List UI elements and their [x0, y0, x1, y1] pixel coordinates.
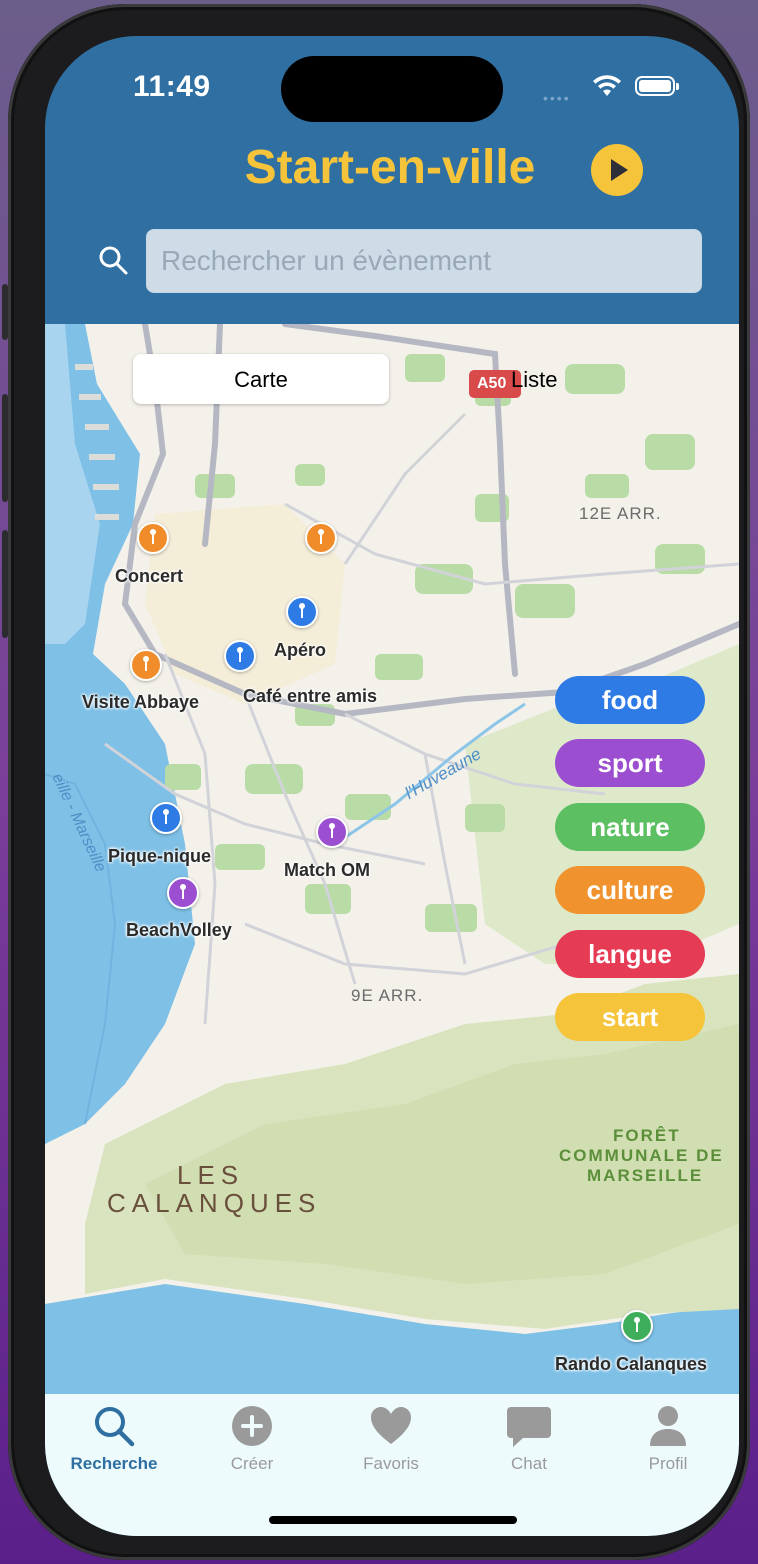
view-toggle[interactable]: Carte Liste [133, 354, 557, 406]
category-langue-button[interactable]: langue [555, 930, 705, 978]
status-time: 11:49 [133, 70, 211, 103]
category-food-button[interactable]: food [555, 676, 705, 724]
event-label-visite-abbaye: Visite Abbaye [82, 692, 200, 712]
event-pin-rando-calanques[interactable] [621, 1310, 653, 1342]
heart-icon [371, 1407, 411, 1444]
event-label-concert: Concert [115, 566, 184, 586]
tab-profil[interactable]: Profil [608, 1404, 728, 1484]
battery-icon [635, 76, 679, 96]
map-label-calanques-2: CALANQUES [107, 1188, 322, 1218]
chat-bubble-icon [507, 1407, 551, 1447]
screen: 11:49 •••• Start-en-ville Rechercher un … [45, 36, 739, 1536]
play-button[interactable] [591, 144, 643, 196]
tab-label-favoris: Favoris [363, 1454, 419, 1473]
event-label-rando-calanques: Rando Calanques [555, 1354, 708, 1374]
event-pin-pique-nique[interactable] [150, 802, 182, 834]
tab-creer[interactable]: Créer [192, 1404, 312, 1484]
event-pin-concert[interactable] [137, 522, 169, 554]
map-view[interactable]: 12E ARR. 9E ARR. LES CALANQUES FORÊT COM… [45, 324, 739, 1394]
map-label-9e-arr: 9E ARR. [351, 986, 424, 1005]
view-toggle-carte[interactable]: Carte [133, 367, 389, 393]
event-label-beachvolley: BeachVolley [126, 920, 232, 940]
phone-frame: 11:49 •••• Start-en-ville Rechercher un … [8, 4, 750, 1560]
signal-icon: •••• [543, 90, 571, 106]
event-label-match-om: Match OM [284, 860, 371, 880]
event-label-apero: Apéro [274, 640, 327, 660]
event-label-cafe: Café entre amis [243, 686, 378, 706]
tab-chat[interactable]: Chat [469, 1404, 589, 1484]
plus-circle-icon [232, 1406, 272, 1446]
map-label-calanques-1: LES [177, 1160, 245, 1190]
map-label-foret-2: COMMUNALE DE [559, 1146, 724, 1165]
tab-label-profil: Profil [648, 1454, 688, 1473]
category-start-button[interactable]: start [555, 993, 705, 1041]
tab-favoris[interactable]: Favoris [331, 1404, 451, 1484]
event-pin-apero[interactable] [286, 596, 318, 628]
tab-label-chat: Chat [511, 1454, 547, 1473]
tab-recherche[interactable]: Recherche [54, 1404, 174, 1484]
search-input[interactable] [146, 229, 702, 293]
event-pin-match-om[interactable] [316, 816, 348, 848]
event-pin-cafe[interactable] [224, 640, 256, 672]
map-label-foret-3: MARSEILLE [587, 1166, 704, 1185]
view-toggle-liste[interactable]: Liste [511, 367, 557, 393]
tab-label-recherche: Recherche [70, 1454, 158, 1473]
dynamic-island [281, 56, 503, 122]
category-sport-button[interactable]: sport [555, 739, 705, 787]
tab-bar: Recherche Créer Favoris Chat Profil [45, 1394, 739, 1536]
app-title: Start-en-ville [244, 141, 536, 194]
event-pin-beachvolley[interactable] [167, 877, 199, 909]
category-culture-button[interactable]: culture [555, 866, 705, 914]
search-icon [99, 246, 128, 275]
map-label-12e-arr: 12E ARR. [579, 504, 662, 523]
tab-label-creer: Créer [230, 1454, 274, 1473]
category-nature-button[interactable]: nature [555, 803, 705, 851]
event-pin-visite-abbaye[interactable] [130, 649, 162, 681]
event-label-pique-nique: Pique-nique [108, 846, 211, 866]
person-icon [650, 1406, 686, 1446]
event-pin-unlabeled[interactable] [305, 522, 337, 554]
map-label-foret-1: FORÊT [613, 1126, 681, 1145]
play-icon [611, 159, 628, 181]
search-icon [95, 1407, 135, 1447]
status-bar: 11:49 •••• [45, 36, 739, 146]
home-indicator[interactable] [269, 1516, 517, 1524]
wifi-icon [593, 75, 621, 96]
